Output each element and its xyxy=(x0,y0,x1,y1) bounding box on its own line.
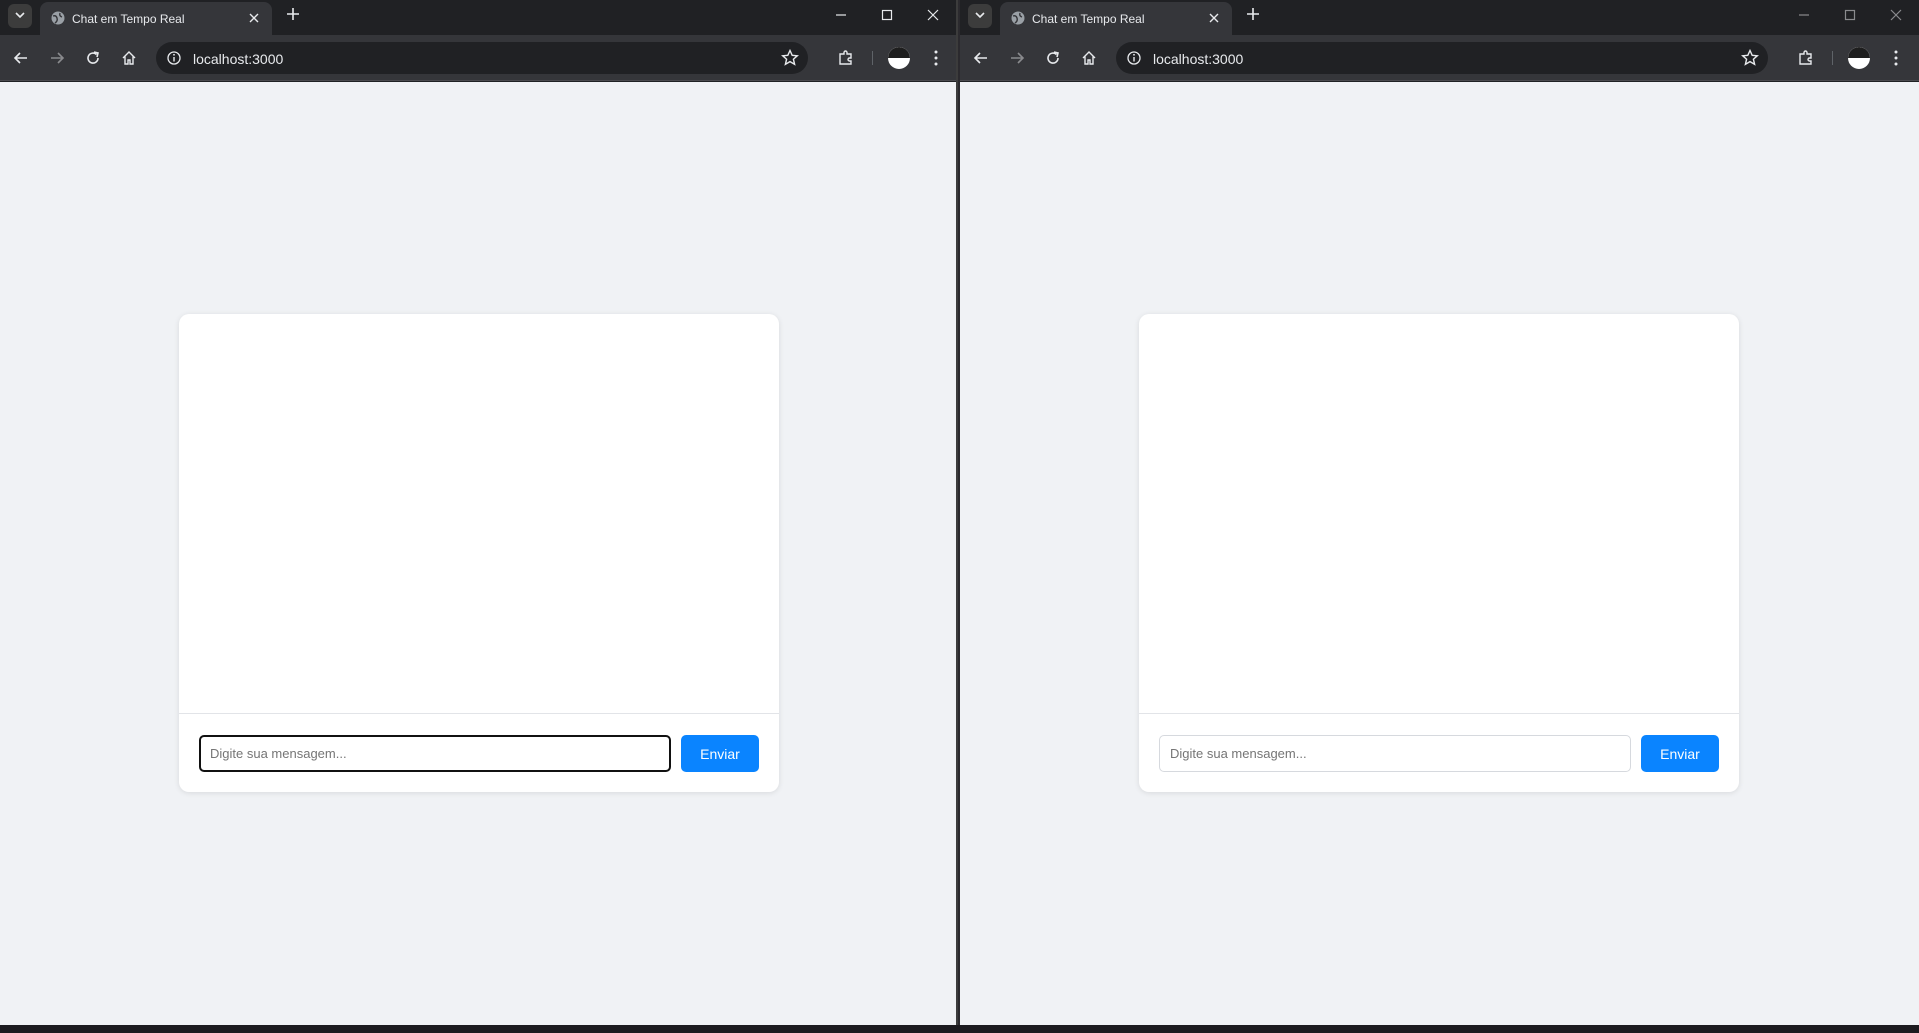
reload-button[interactable] xyxy=(1040,45,1066,71)
page-content: Enviar xyxy=(0,82,956,1025)
star-icon[interactable] xyxy=(1740,48,1760,68)
chat-container: Enviar xyxy=(1139,314,1739,792)
tab-title: Chat em Tempo Real xyxy=(72,12,185,26)
address-url: localhost:3000 xyxy=(1153,51,1244,67)
extensions-button[interactable] xyxy=(1794,46,1818,70)
close-window-button[interactable] xyxy=(910,0,956,30)
tab-search-button[interactable] xyxy=(968,4,992,28)
browser-window-right: Chat em Tempo Real localhost:3000 Digite… xyxy=(960,0,1919,1025)
address-url: localhost:3000 xyxy=(193,51,284,67)
browser-tab[interactable]: Chat em Tempo Real xyxy=(1000,2,1232,35)
reload-button[interactable] xyxy=(80,45,106,71)
more-vertical-icon xyxy=(934,50,938,66)
maximize-button[interactable] xyxy=(1827,0,1873,30)
puzzle-icon xyxy=(1799,50,1812,65)
arrow-right-icon xyxy=(51,52,65,64)
chevron-down-icon xyxy=(14,9,26,24)
reload-icon xyxy=(87,51,99,64)
minimize-button[interactable] xyxy=(1781,0,1827,30)
forward-button[interactable] xyxy=(1004,45,1030,71)
new-tab-button[interactable] xyxy=(1242,5,1264,27)
taskbar xyxy=(0,1025,1919,1033)
profile-avatar[interactable] xyxy=(888,47,910,69)
arrow-right-icon xyxy=(1011,52,1025,64)
chevron-down-icon xyxy=(974,9,986,24)
minimize-button[interactable] xyxy=(818,0,864,30)
plus-icon xyxy=(1247,8,1259,20)
home-button[interactable] xyxy=(1076,45,1102,71)
star-icon[interactable] xyxy=(780,48,800,68)
back-button[interactable] xyxy=(968,45,994,71)
close-icon xyxy=(927,9,939,21)
tab-strip: Chat em Tempo Real xyxy=(0,0,956,35)
browser-tab[interactable]: Chat em Tempo Real xyxy=(40,2,272,35)
globe-icon xyxy=(50,10,66,26)
new-tab-button[interactable] xyxy=(282,5,304,27)
tab-search-button[interactable] xyxy=(8,4,32,28)
site-info-icon[interactable] xyxy=(1126,50,1142,66)
maximize-button[interactable] xyxy=(864,0,910,30)
message-composer: Enviar xyxy=(179,715,779,792)
message-input[interactable] xyxy=(199,735,671,772)
close-window-button[interactable] xyxy=(1873,0,1919,30)
browser-toolbar: localhost:3000 xyxy=(960,35,1919,81)
home-button[interactable] xyxy=(116,45,142,71)
home-icon xyxy=(122,51,136,65)
maximize-icon xyxy=(881,9,893,21)
toolbar-divider xyxy=(1832,51,1833,65)
maximize-icon xyxy=(1844,9,1856,21)
puzzle-icon xyxy=(839,50,852,65)
reload-icon xyxy=(1047,51,1059,64)
close-icon xyxy=(1890,9,1902,21)
close-tab-button[interactable] xyxy=(1204,8,1224,28)
back-button[interactable] xyxy=(8,45,34,71)
messages-area[interactable] xyxy=(179,314,779,714)
message-input[interactable] xyxy=(1159,735,1631,772)
address-bar[interactable]: localhost:3000 xyxy=(1116,42,1768,74)
close-icon xyxy=(1209,13,1219,23)
browser-window-left: Chat em Tempo Real localhost:3000 Digite… xyxy=(0,0,958,1025)
send-button[interactable]: Enviar xyxy=(1641,735,1719,772)
browser-toolbar: localhost:3000 xyxy=(0,35,956,81)
page-content: Enviar xyxy=(960,82,1919,1025)
globe-icon xyxy=(1010,10,1026,26)
messages-area[interactable] xyxy=(1139,314,1739,714)
toolbar-divider xyxy=(872,51,873,65)
forward-button[interactable] xyxy=(44,45,70,71)
arrow-left-icon xyxy=(973,52,987,64)
message-composer: Enviar xyxy=(1139,715,1739,792)
plus-icon xyxy=(287,8,299,20)
site-info-icon[interactable] xyxy=(166,50,182,66)
home-icon xyxy=(1082,51,1096,65)
minimize-icon xyxy=(836,14,846,16)
tab-title: Chat em Tempo Real xyxy=(1032,12,1145,26)
close-icon xyxy=(249,13,259,23)
minimize-icon xyxy=(1799,14,1809,16)
tab-strip: Chat em Tempo Real xyxy=(960,0,1919,35)
menu-button[interactable] xyxy=(924,46,948,70)
send-button[interactable]: Enviar xyxy=(681,735,759,772)
arrow-left-icon xyxy=(13,52,27,64)
profile-avatar[interactable] xyxy=(1848,47,1870,69)
close-tab-button[interactable] xyxy=(244,8,264,28)
chat-container: Enviar xyxy=(179,314,779,792)
more-vertical-icon xyxy=(1894,50,1898,66)
extensions-button[interactable] xyxy=(834,46,858,70)
menu-button[interactable] xyxy=(1884,46,1908,70)
address-bar[interactable]: localhost:3000 xyxy=(156,42,808,74)
